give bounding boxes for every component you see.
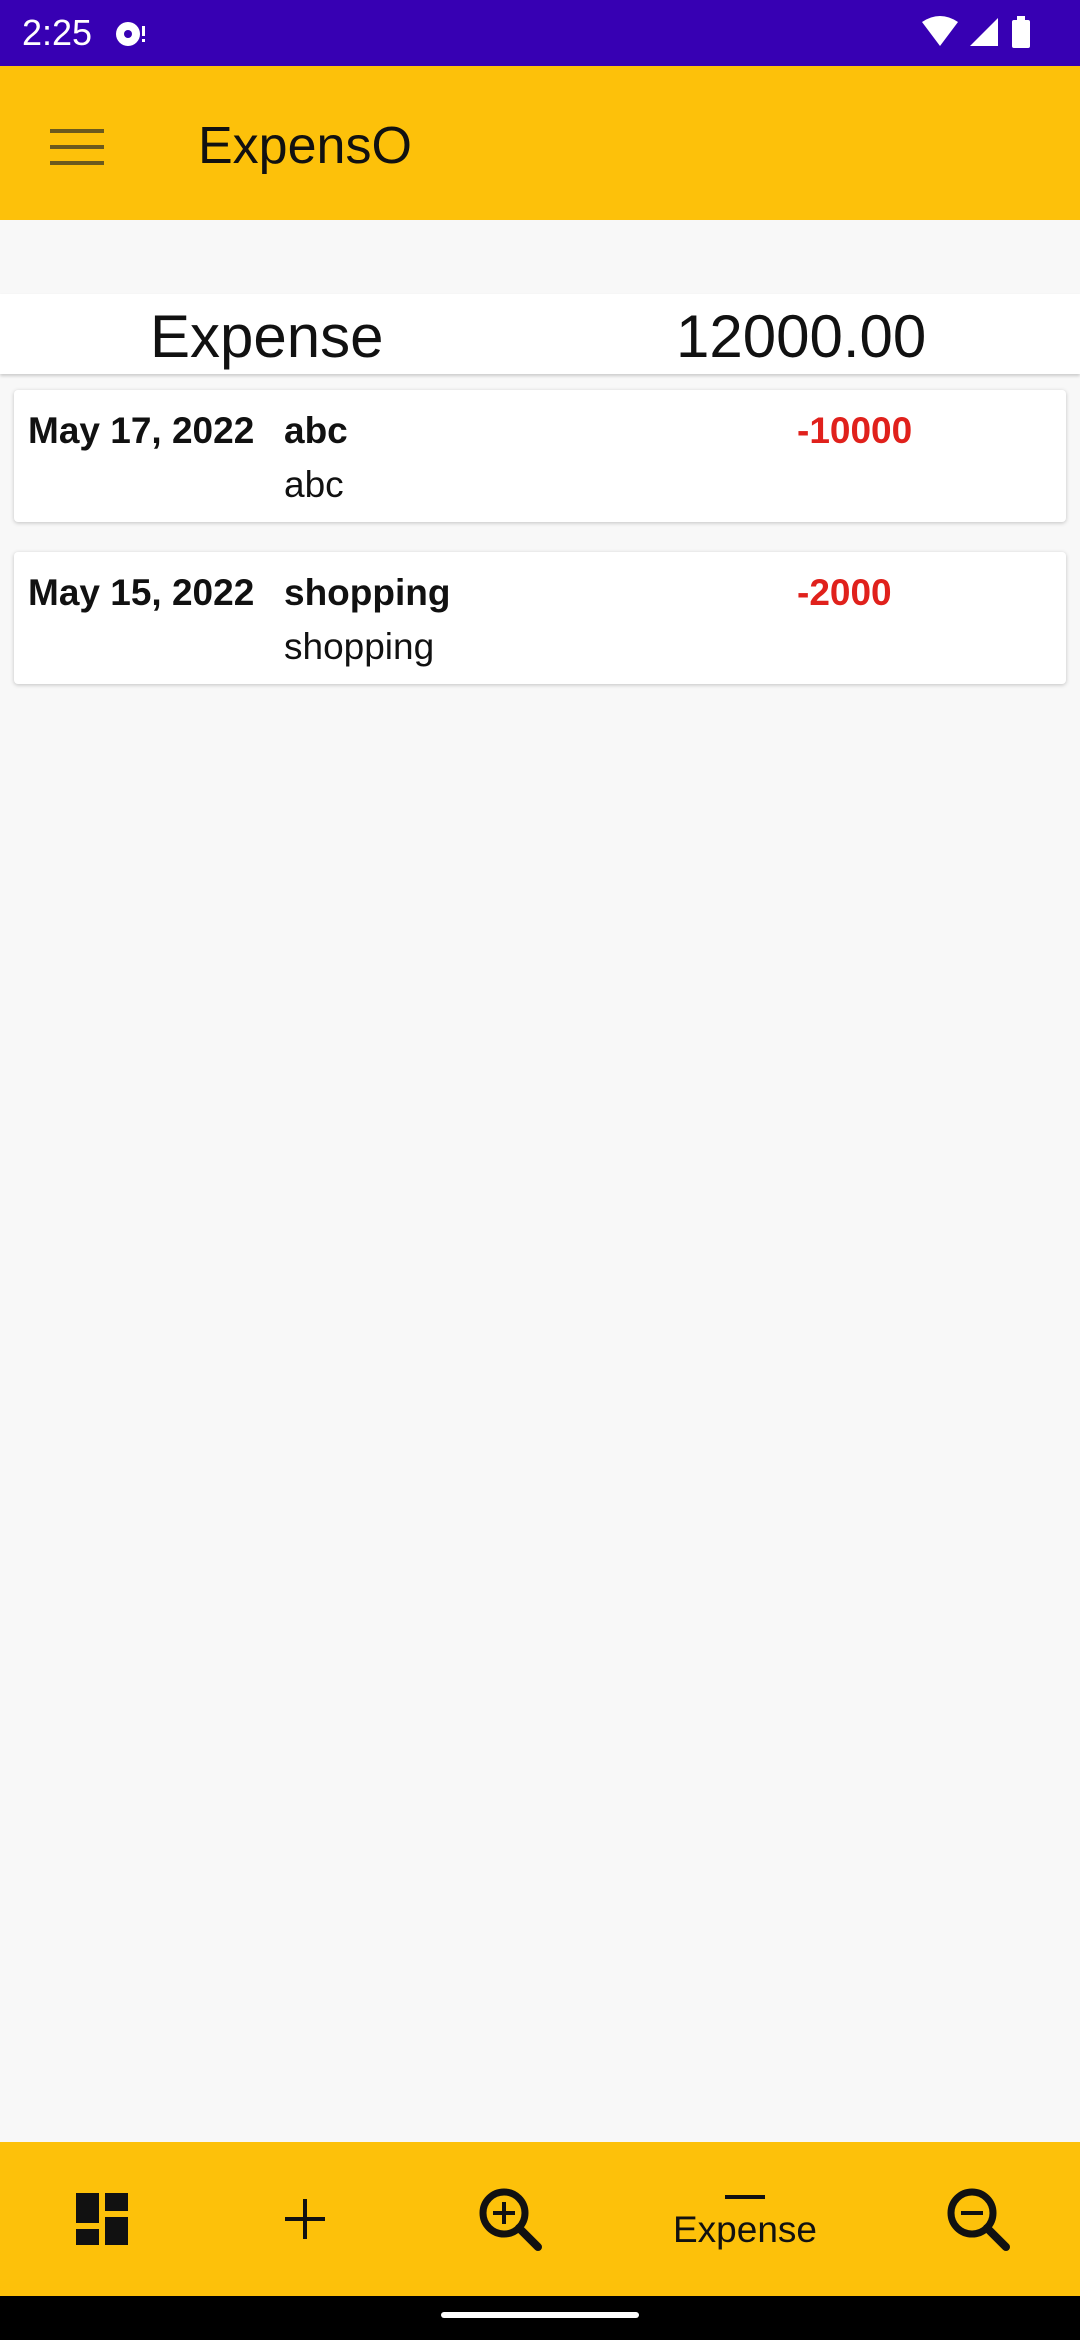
transaction-card[interactable]: May 15, 2022 shopping shopping -2000 (14, 552, 1066, 684)
transaction-amount: -2000 (797, 572, 892, 613)
zoom-out-icon (947, 2188, 1010, 2251)
nav-expense[interactable]: Expense (640, 2142, 850, 2296)
transaction-amount: -10000 (797, 410, 913, 451)
nav-zoom-out[interactable] (928, 2142, 1028, 2296)
nav-zoom-in[interactable] (460, 2142, 560, 2296)
expense-summary: Expense 12000.00 (0, 294, 1080, 374)
plus-icon (285, 2199, 325, 2239)
app-bar: ExpensO (0, 66, 1080, 220)
signal-icon (970, 18, 998, 46)
wifi-icon (922, 16, 958, 46)
media-notification-icon (116, 22, 145, 46)
transaction-title: abc (284, 410, 348, 451)
minus-icon (725, 2195, 765, 2199)
bottom-navigation: Expense (0, 2142, 1080, 2296)
transaction-date: May 17, 2022 (28, 410, 255, 451)
battery-icon (1012, 16, 1030, 48)
hamburger-icon (50, 129, 104, 165)
dashboard-icon (76, 2193, 128, 2245)
status-icons (922, 16, 1030, 48)
transaction-note: shopping (284, 626, 435, 667)
status-time: 2:25 (22, 12, 93, 53)
summary-total: 12000.00 (676, 303, 927, 370)
zoom-in-icon (479, 2188, 542, 2251)
summary-label: Expense (150, 303, 384, 370)
transaction-date: May 15, 2022 (28, 572, 255, 613)
status-bar: 2:25 (0, 0, 1080, 66)
nav-expense-label: Expense (673, 2209, 817, 2250)
nav-dashboard[interactable] (52, 2142, 152, 2296)
home-gesture-handle[interactable] (441, 2312, 639, 2318)
nav-add[interactable] (255, 2142, 355, 2296)
menu-button[interactable] (36, 106, 118, 188)
transaction-title: shopping (284, 572, 451, 613)
system-navigation-bar (0, 2296, 1080, 2340)
transaction-note: abc (284, 464, 344, 505)
app-title: ExpensO (198, 117, 412, 175)
transaction-card[interactable]: May 17, 2022 abc abc -10000 (14, 390, 1066, 522)
